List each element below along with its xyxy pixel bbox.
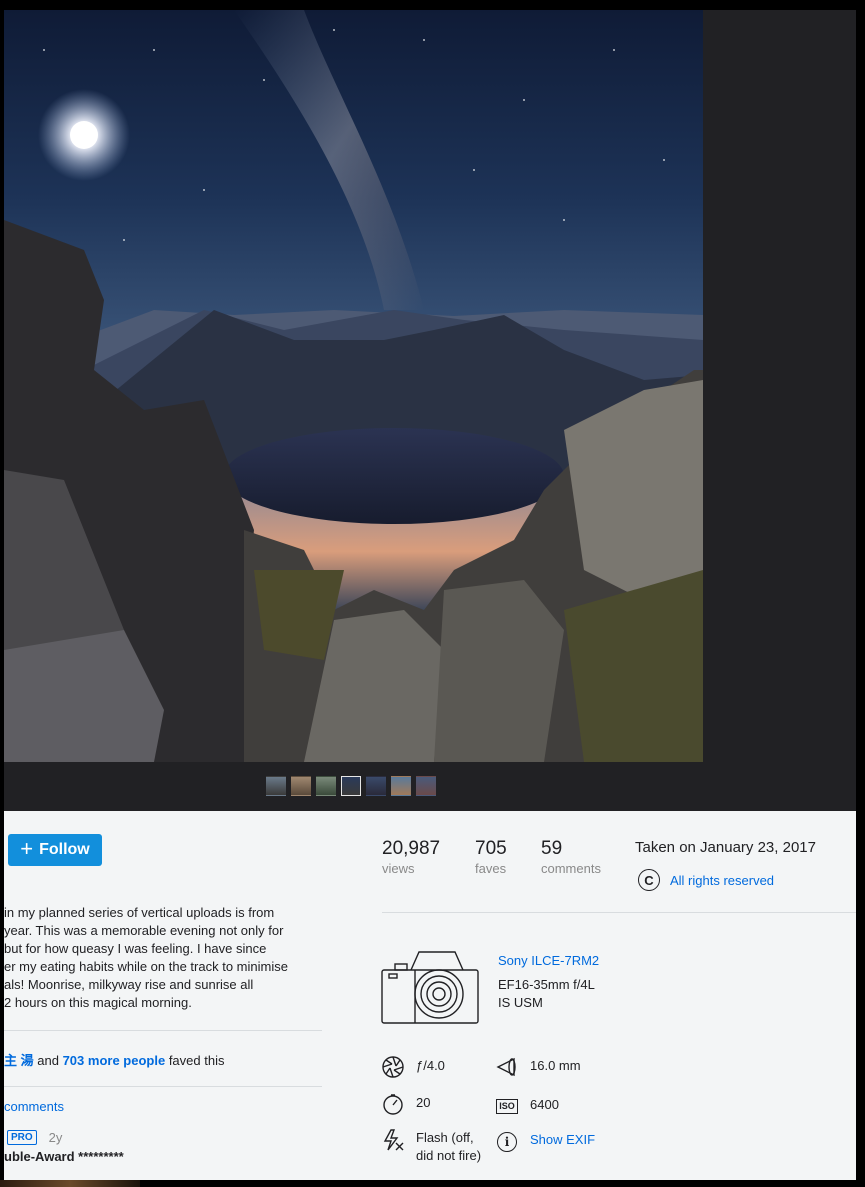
filmstrip — [266, 776, 436, 796]
comments-link[interactable]: comments — [4, 1099, 64, 1114]
main-photo[interactable] — [4, 10, 703, 762]
stat-views: 20,987 views — [382, 838, 440, 876]
more-people-link[interactable]: 703 more people — [63, 1053, 166, 1068]
photo-image — [4, 10, 703, 762]
description-line: in my planned series of vertical uploads… — [4, 905, 275, 920]
photo-info-panel: + Follow in my planned series of vertica… — [4, 811, 856, 1180]
exif-shutter: 20 — [382, 1093, 430, 1115]
comment-meta: PRO 2y — [4, 1130, 62, 1145]
lens-line: EF16-35mm f/4L — [498, 977, 595, 992]
exif-focal-length: 16.0 mm — [496, 1056, 581, 1078]
divider — [382, 912, 856, 913]
flash-value: Flash (off, did not fire) — [416, 1129, 481, 1165]
license-info[interactable]: C All rights reserved — [638, 869, 774, 891]
exif-iso: ISO 6400 — [496, 1095, 559, 1117]
iso-value: 6400 — [530, 1097, 559, 1112]
show-exif-link[interactable]: Show EXIF — [530, 1132, 595, 1147]
views-count: 20,987 — [382, 838, 441, 859]
views-label: views — [382, 861, 415, 876]
flash-icon — [382, 1129, 404, 1151]
faves-summary: 主 湯 and 703 more people faved this — [4, 1050, 224, 1069]
plus-icon: + — [20, 836, 34, 861]
photo-viewer — [4, 10, 856, 811]
page-frame: + Follow in my planned series of vertica… — [0, 0, 865, 1187]
filmstrip-thumb[interactable] — [416, 776, 436, 796]
fave-user-link[interactable]: 主 湯 — [4, 1053, 34, 1068]
stat-comments: 59 comments — [541, 838, 601, 876]
shutter-speed-icon — [382, 1093, 404, 1115]
description-line: 2 hours on this magical morning. — [4, 995, 192, 1010]
camera-model-link[interactable]: Sony ILCE-7RM2 — [498, 953, 599, 968]
faves-count: 705 — [475, 838, 507, 859]
faves-label: faves — [475, 861, 507, 876]
faves-suffix-text: faved this — [168, 1053, 225, 1068]
description-line: but for how queasy I was feeling. I have… — [4, 941, 267, 956]
camera-icon — [381, 951, 479, 1024]
description-line: er my eating habits while on the track t… — [4, 959, 288, 974]
exif-aperture: ƒ/4.0 — [382, 1056, 445, 1078]
follow-button[interactable]: + Follow — [8, 834, 102, 866]
flash-line: Flash (off, — [416, 1130, 474, 1145]
license-label[interactable]: All rights reserved — [670, 873, 774, 888]
divider — [4, 1086, 322, 1087]
comments-count: 59 — [541, 838, 563, 859]
info-icon-text: i — [497, 1132, 517, 1152]
divider — [4, 1030, 322, 1031]
follow-label: Follow — [39, 841, 90, 858]
stat-faves: 705 faves — [475, 838, 507, 876]
focal-length-value: 16.0 mm — [530, 1058, 581, 1073]
filmstrip-thumb[interactable] — [291, 776, 311, 796]
pro-badge: PRO — [7, 1130, 37, 1145]
faves-and-text: and — [37, 1053, 59, 1068]
filmstrip-thumb-active[interactable] — [341, 776, 361, 796]
next-photo-preview[interactable] — [0, 1180, 140, 1187]
iso-icon-text: ISO — [496, 1098, 518, 1114]
lens-line: IS USM — [498, 995, 543, 1010]
flash-line: did not fire) — [416, 1148, 482, 1163]
aperture-icon — [382, 1056, 404, 1078]
info-icon: i — [496, 1131, 518, 1153]
show-exif[interactable]: i Show EXIF — [496, 1131, 595, 1153]
copyright-icon: C — [638, 869, 660, 891]
filmstrip-thumb[interactable] — [366, 776, 386, 796]
filmstrip-thumb[interactable] — [316, 776, 336, 796]
photo-description: in my planned series of vertical uploads… — [4, 904, 314, 1012]
taken-date: Taken on January 23, 2017 — [635, 839, 816, 856]
comment-author[interactable]: uble-Award ********* — [4, 1149, 124, 1164]
comment-time: 2y — [48, 1130, 63, 1145]
focal-length-icon — [496, 1056, 518, 1078]
description-line: year. This was a memorable evening not o… — [4, 923, 284, 938]
comments-label: comments — [541, 861, 601, 876]
shutter-value: 20 — [416, 1095, 431, 1110]
description-line: als! Moonrise, milkyway rise and sunrise… — [4, 977, 254, 992]
lens-info: EF16-35mm f/4L IS USM — [498, 976, 618, 1012]
filmstrip-thumb[interactable] — [391, 776, 411, 796]
filmstrip-thumb[interactable] — [266, 776, 286, 796]
exif-flash: Flash (off, did not fire) — [382, 1129, 481, 1165]
iso-icon: ISO — [496, 1095, 518, 1117]
aperture-value: ƒ/4.0 — [416, 1058, 445, 1073]
